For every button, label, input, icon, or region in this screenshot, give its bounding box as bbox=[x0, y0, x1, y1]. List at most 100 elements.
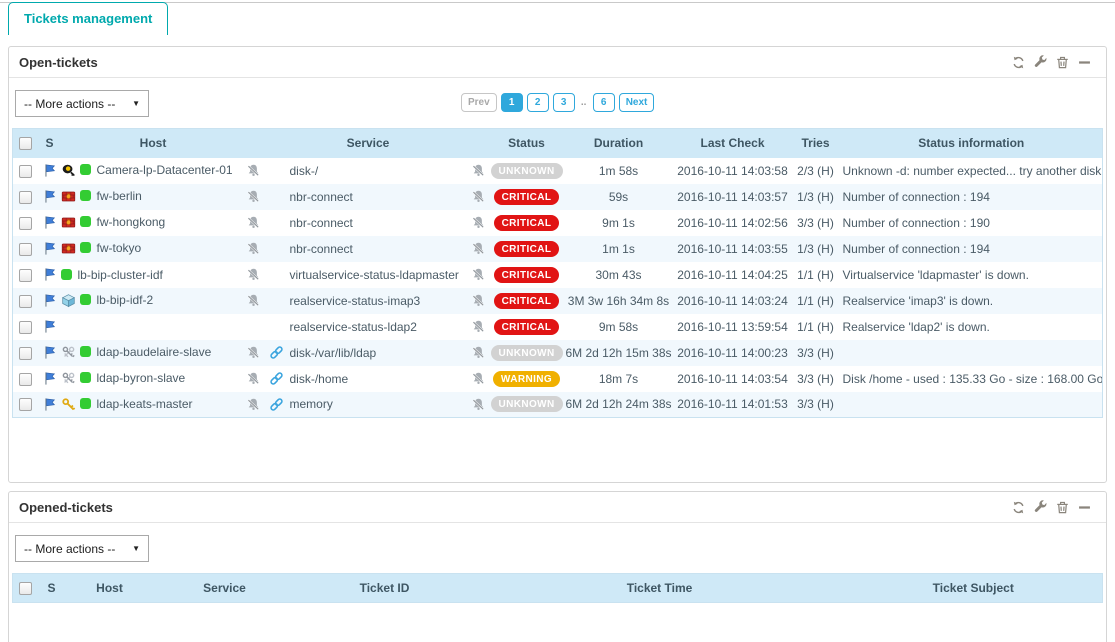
status-information-cell: Virtualservice 'ldapmaster' is down. bbox=[841, 262, 1103, 288]
duration-cell: 1m 58s bbox=[563, 158, 675, 184]
row-checkbox[interactable] bbox=[19, 165, 32, 178]
more-actions-select[interactable]: -- More actions -- ▼ bbox=[15, 535, 149, 562]
trash-icon[interactable] bbox=[1055, 55, 1070, 70]
refresh-icon[interactable] bbox=[1011, 500, 1026, 515]
host-link[interactable]: lb-bip-cluster-idf bbox=[78, 268, 163, 282]
status-badge: CRITICAL bbox=[494, 189, 560, 205]
duration-cell: 1m 1s bbox=[563, 236, 675, 262]
status-information-cell: Number of connection : 194 bbox=[841, 236, 1103, 262]
pagination-1[interactable]: 1 bbox=[501, 93, 523, 112]
status-information-cell: Realservice 'imap3' is down. bbox=[841, 288, 1103, 314]
flag-icon bbox=[42, 241, 57, 256]
row-checkbox[interactable] bbox=[19, 398, 32, 411]
link-icon[interactable] bbox=[269, 371, 284, 386]
status-information-cell: Unknown -d: number expected... try anoth… bbox=[841, 158, 1103, 184]
opened-tickets-header: Opened-tickets bbox=[9, 492, 1106, 523]
service-link[interactable]: memory bbox=[290, 397, 333, 411]
ticket-row: realservice-status-ldap2CRITICAL9m 58s20… bbox=[13, 314, 1103, 340]
duration-cell: 9m 58s bbox=[563, 314, 675, 340]
bell-muted-icon bbox=[471, 241, 486, 256]
status-badge: CRITICAL bbox=[494, 241, 560, 257]
link-icon[interactable] bbox=[269, 397, 284, 412]
host-link[interactable]: fw-hongkong bbox=[97, 215, 166, 229]
service-link[interactable]: realservice-status-ldap2 bbox=[290, 320, 417, 334]
service-link[interactable]: nbr-connect bbox=[290, 190, 353, 204]
service-link[interactable]: nbr-connect bbox=[290, 216, 353, 230]
bell-muted-icon bbox=[246, 267, 261, 282]
host-link[interactable]: fw-tokyo bbox=[97, 241, 142, 255]
wrench-icon[interactable] bbox=[1033, 500, 1048, 515]
duration-cell: 3M 3w 16h 34m 8s bbox=[563, 288, 675, 314]
wrench-icon[interactable] bbox=[1033, 55, 1048, 70]
ticket-row: ldap-baudelaire-slave disk-/var/lib/ldap U… bbox=[13, 340, 1103, 366]
row-checkbox[interactable] bbox=[19, 191, 32, 204]
column-ticket-subject: Ticket Subject bbox=[845, 574, 1103, 603]
ticket-row: Camera-lp-Datacenter-01disk-/UNKNOWN1m 5… bbox=[13, 158, 1103, 184]
row-checkbox[interactable] bbox=[19, 373, 32, 386]
service-link[interactable]: virtualservice-status-ldapmaster bbox=[290, 268, 459, 282]
last-check-cell: 2016-10-11 13:59:54 bbox=[675, 314, 791, 340]
pagination-6[interactable]: 6 bbox=[593, 93, 615, 112]
ticket-row: fw-berlinnbr-connectCRITICAL59s2016-10-1… bbox=[13, 184, 1103, 210]
status-information-cell: Number of connection : 194 bbox=[841, 184, 1103, 210]
trash-icon[interactable] bbox=[1055, 500, 1070, 515]
service-link[interactable]: realservice-status-imap3 bbox=[290, 294, 421, 308]
tab-tickets-management[interactable]: Tickets management bbox=[8, 2, 168, 35]
key-gold-icon bbox=[61, 397, 76, 412]
link-icon[interactable] bbox=[269, 345, 284, 360]
opened-tickets-toolbar: -- More actions -- ▼ bbox=[9, 523, 1106, 573]
row-checkbox[interactable] bbox=[19, 243, 32, 256]
host-link[interactable]: fw-berlin bbox=[97, 189, 142, 203]
ticket-row: lb-bip-cluster-idf virtualservice-status-… bbox=[13, 262, 1103, 288]
firewall-icon bbox=[61, 189, 76, 204]
row-checkbox[interactable] bbox=[19, 347, 32, 360]
host-link[interactable]: ldap-byron-slave bbox=[97, 371, 186, 385]
service-link[interactable]: disk-/ bbox=[290, 164, 319, 178]
host-status-ok-square bbox=[80, 294, 91, 305]
bell-muted-icon bbox=[471, 163, 486, 178]
service-link[interactable]: nbr-connect bbox=[290, 242, 353, 256]
tries-cell: 3/3 (H) bbox=[791, 392, 841, 418]
host-status-ok-square bbox=[80, 346, 91, 357]
column-status-information: Status information bbox=[841, 129, 1103, 158]
more-actions-select[interactable]: -- More actions -- ▼ bbox=[15, 90, 149, 117]
flag-icon bbox=[42, 293, 57, 308]
host-link[interactable]: ldap-keats-master bbox=[97, 397, 193, 411]
refresh-icon[interactable] bbox=[1011, 55, 1026, 70]
tries-cell: 1/3 (H) bbox=[791, 184, 841, 210]
panel-action-icons bbox=[1011, 55, 1096, 70]
column-tries: Tries bbox=[791, 129, 841, 158]
service-link[interactable]: disk-/var/lib/ldap bbox=[290, 346, 377, 360]
host-link[interactable]: Camera-lp-Datacenter-01 bbox=[97, 163, 233, 177]
host-link[interactable]: lb-bip-idf-2 bbox=[97, 293, 154, 307]
collapse-icon[interactable] bbox=[1077, 55, 1092, 70]
pagination-next[interactable]: Next bbox=[619, 93, 655, 112]
host-link[interactable]: ldap-baudelaire-slave bbox=[97, 345, 212, 359]
duration-cell: 59s bbox=[563, 184, 675, 210]
row-checkbox[interactable] bbox=[19, 295, 32, 308]
status-badge: CRITICAL bbox=[494, 215, 560, 231]
flag-icon bbox=[42, 267, 57, 282]
host-status-ok-square bbox=[61, 269, 72, 280]
panel-title: Open-tickets bbox=[19, 55, 98, 70]
status-information-cell: Disk /home - used : 135.33 Go - size : 1… bbox=[841, 366, 1103, 392]
column-host-bell bbox=[246, 129, 266, 158]
row-checkbox[interactable] bbox=[19, 217, 32, 230]
select-all-checkbox[interactable] bbox=[19, 137, 32, 150]
duration-cell: 6M 2d 12h 24m 38s bbox=[563, 392, 675, 418]
select-all-checkbox[interactable] bbox=[19, 582, 32, 595]
duration-cell: 18m 7s bbox=[563, 366, 675, 392]
last-check-cell: 2016-10-11 14:03:24 bbox=[675, 288, 791, 314]
last-check-cell: 2016-10-11 14:03:55 bbox=[675, 236, 791, 262]
pagination-prev[interactable]: Prev bbox=[461, 93, 497, 112]
status-badge: UNKNOWN bbox=[491, 345, 563, 361]
opened-tickets-panel: Opened-tickets -- More actions -- ▼ S Ho… bbox=[8, 491, 1107, 642]
row-checkbox[interactable] bbox=[19, 321, 32, 334]
pagination-3[interactable]: 3 bbox=[553, 93, 575, 112]
bell-muted-icon bbox=[246, 397, 261, 412]
collapse-icon[interactable] bbox=[1077, 500, 1092, 515]
pagination-2[interactable]: 2 bbox=[527, 93, 549, 112]
service-link[interactable]: disk-/home bbox=[290, 372, 349, 386]
row-checkbox[interactable] bbox=[19, 269, 32, 282]
firewall-icon bbox=[61, 241, 76, 256]
